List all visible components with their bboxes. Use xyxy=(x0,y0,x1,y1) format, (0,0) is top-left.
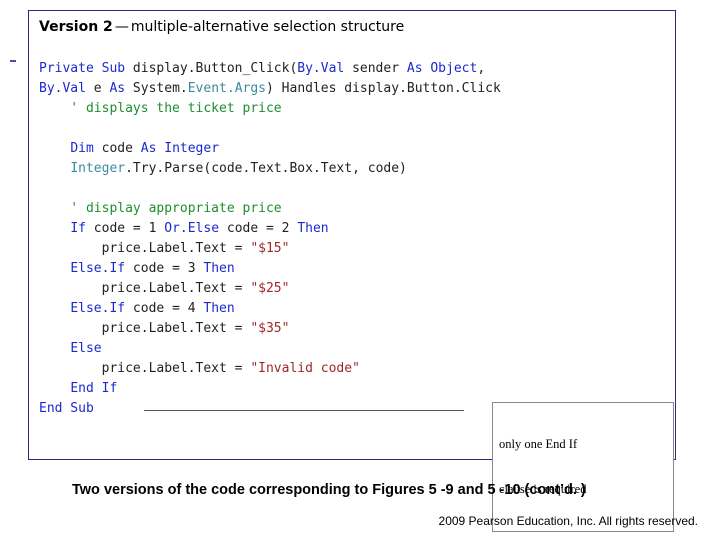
heading-subtitle: multiple-alternative selection structure xyxy=(131,19,404,35)
code-frame: Version 2—multiple-alternative selection… xyxy=(28,10,676,460)
code-text: code = 3 xyxy=(125,261,203,276)
code-text: code = 4 xyxy=(125,301,203,316)
kw-else: Else xyxy=(70,341,101,356)
indent xyxy=(39,261,70,276)
code-text: ) Handles display.Button.Click xyxy=(266,81,501,96)
code-text: code = 1 xyxy=(86,221,164,236)
indent xyxy=(39,161,70,176)
code-text: display.Button_Click( xyxy=(125,61,297,76)
kw-elseif: Else.If xyxy=(70,261,125,276)
indent xyxy=(39,221,70,236)
kw-byval: By.Val xyxy=(39,81,86,96)
kw-private-sub: Private Sub xyxy=(39,61,125,76)
annotation-connector-line xyxy=(144,410,464,411)
type-eventargs: Event.Args xyxy=(188,81,266,96)
kw-elseif: Else.If xyxy=(70,301,125,316)
code-listing: Private Sub display.Button_Click(By.Val … xyxy=(39,39,665,479)
code-text: code = 2 xyxy=(219,221,297,236)
kw-then: Then xyxy=(203,301,234,316)
kw-byval: By.Val xyxy=(297,61,344,76)
string-literal: "$35" xyxy=(250,321,289,336)
annotation-text-line: only one End If xyxy=(499,437,667,452)
kw-then: Then xyxy=(203,261,234,276)
code-text: .Try.Parse(code.Text.Box.Text, code) xyxy=(125,161,407,176)
string-literal: "Invalid code" xyxy=(250,361,360,376)
copyright-notice: 2009 Pearson Education, Inc. All rights … xyxy=(439,514,698,528)
code-text: price.Label.Text = xyxy=(39,321,250,336)
indent xyxy=(39,341,70,356)
code-text: price.Label.Text = xyxy=(39,281,250,296)
code-text: price.Label.Text = xyxy=(39,361,250,376)
string-literal: "$15" xyxy=(250,241,289,256)
figure-caption: Two versions of the code corresponding t… xyxy=(72,482,586,498)
kw-orelse: Or.Else xyxy=(164,221,219,236)
heading-version: Version 2 xyxy=(39,19,113,35)
kw-as-object: As Object xyxy=(407,61,477,76)
code-text: code xyxy=(94,141,141,156)
comment: ' displays the ticket price xyxy=(39,101,282,116)
indent xyxy=(39,301,70,316)
string-literal: "$25" xyxy=(250,281,289,296)
code-text: price.Label.Text = xyxy=(39,241,250,256)
annotation-box: only one End If clause is required xyxy=(492,402,674,532)
kw-end-sub: End Sub xyxy=(39,401,94,416)
kw-as-integer: As Integer xyxy=(141,141,219,156)
slide-accent-mark xyxy=(10,60,16,62)
indent xyxy=(39,381,70,396)
kw-as: As xyxy=(109,81,125,96)
code-text: System. xyxy=(125,81,188,96)
heading-dash: — xyxy=(115,19,129,35)
kw-end-if: End If xyxy=(70,381,117,396)
code-heading: Version 2—multiple-alternative selection… xyxy=(39,19,665,35)
indent xyxy=(39,141,70,156)
type-integer: Integer xyxy=(70,161,125,176)
comment: ' display appropriate price xyxy=(39,201,282,216)
code-text: , xyxy=(477,61,485,76)
code-text: sender xyxy=(344,61,407,76)
kw-dim: Dim xyxy=(70,141,93,156)
kw-if: If xyxy=(70,221,86,236)
code-text: e xyxy=(86,81,109,96)
kw-then: Then xyxy=(297,221,328,236)
